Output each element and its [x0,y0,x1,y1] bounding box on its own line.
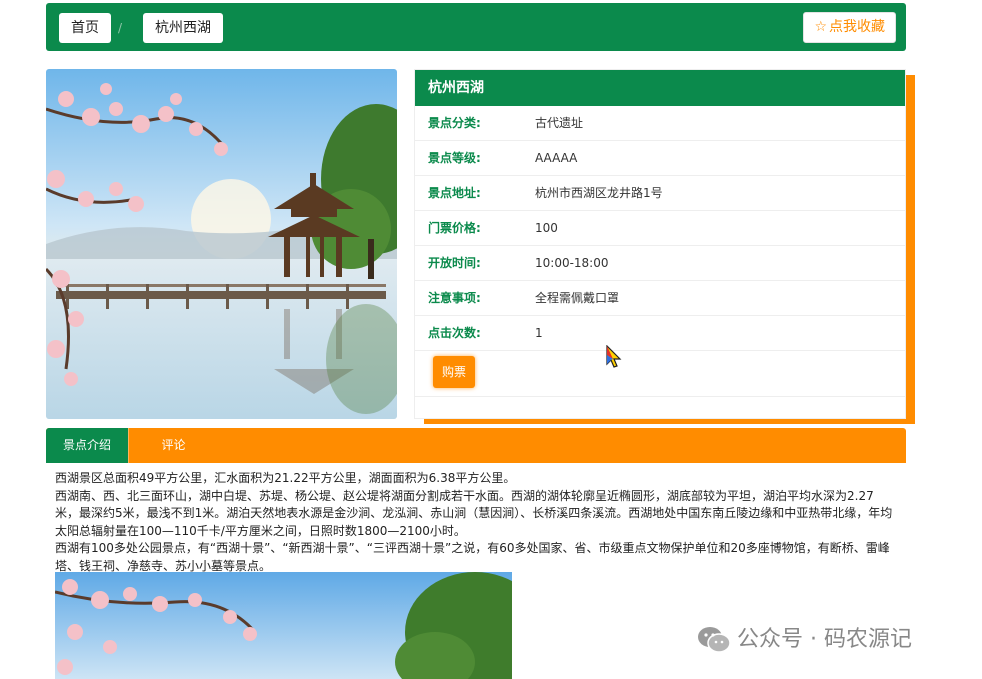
info-value: 杭州市西湖区龙井路1号 [535,186,663,200]
info-key: 景点分类: [428,116,481,130]
info-row-category: 景点分类: 古代遗址 [415,106,905,141]
info-value: 10:00-18:00 [535,256,609,270]
info-row-notes: 注意事项: 全程需佩戴口罩 [415,281,905,316]
info-row-clicks: 点击次数: 1 [415,316,905,351]
info-value: 全程需佩戴口罩 [535,291,620,305]
info-key: 开放时间: [428,256,481,270]
breadcrumb-separator: / [118,21,123,35]
breadcrumb-home-link[interactable]: 首页 [59,13,111,43]
info-key: 景点地址: [428,186,481,200]
info-row-level: 景点等级: AAAAA [415,141,905,176]
info-key: 门票价格: [428,221,481,235]
favorite-button[interactable]: ☆ 点我收藏 [803,12,896,43]
description-photo [55,572,512,679]
scenic-description: 西湖景区总面积49平方公里，汇水面积为21.22平方公里，湖面面积为6.38平方… [55,470,895,575]
info-key: 点击次数: [428,326,481,340]
info-row-price: 门票价格: 100 [415,211,905,246]
scenic-photo [46,69,397,419]
description-paragraph: 西湖有100多处公园景点，有“西湖十景”、“新西湖十景”、“三评西湖十景”之说，… [55,541,890,573]
breadcrumb-current[interactable]: 杭州西湖 [143,13,223,43]
description-paragraph: 西湖景区总面积49平方公里，汇水面积为21.22平方公里，湖面面积为6.38平方… [55,471,516,485]
buy-ticket-button[interactable]: 购票 [433,356,475,388]
description-paragraph: 西湖南、西、北三面环山，湖中白堤、苏堤、杨公堤、赵公堤将湖面分割成若干水面。西湖… [55,488,893,538]
mouse-cursor-icon [606,344,624,369]
card-title: 杭州西湖 [415,70,905,106]
tab-introduction[interactable]: 景点介绍 [46,428,128,463]
info-value: 100 [535,221,558,235]
info-key: 注意事项: [428,291,481,305]
info-key: 景点等级: [428,151,481,165]
content-tabs: 景点介绍 评论 [46,428,906,463]
watermark-text: 公众号 · 码农源记 [737,627,912,652]
favorite-button-label: 点我收藏 [829,19,885,35]
tab-comments[interactable]: 评论 [128,428,218,463]
info-card: 杭州西湖 景点分类: 古代遗址 景点等级: AAAAA 景点地址: 杭州市西湖区… [414,69,906,419]
page: 首页 / 杭州西湖 ☆ 点我收藏 杭州西湖 景点分类: 古代遗址 景点等级: A… [0,0,982,679]
wechat-icon [697,626,731,654]
info-value: 1 [535,326,543,340]
breadcrumb-bar: 首页 / 杭州西湖 ☆ 点我收藏 [46,3,906,51]
info-row-address: 景点地址: 杭州市西湖区龙井路1号 [415,176,905,211]
watermark: 公众号 · 码农源记 [697,624,912,656]
star-outline-icon: ☆ [814,19,827,35]
buy-row: 购票 [415,351,905,397]
info-value: AAAAA [535,151,578,165]
info-value: 古代遗址 [535,116,584,130]
info-row-hours: 开放时间: 10:00-18:00 [415,246,905,281]
